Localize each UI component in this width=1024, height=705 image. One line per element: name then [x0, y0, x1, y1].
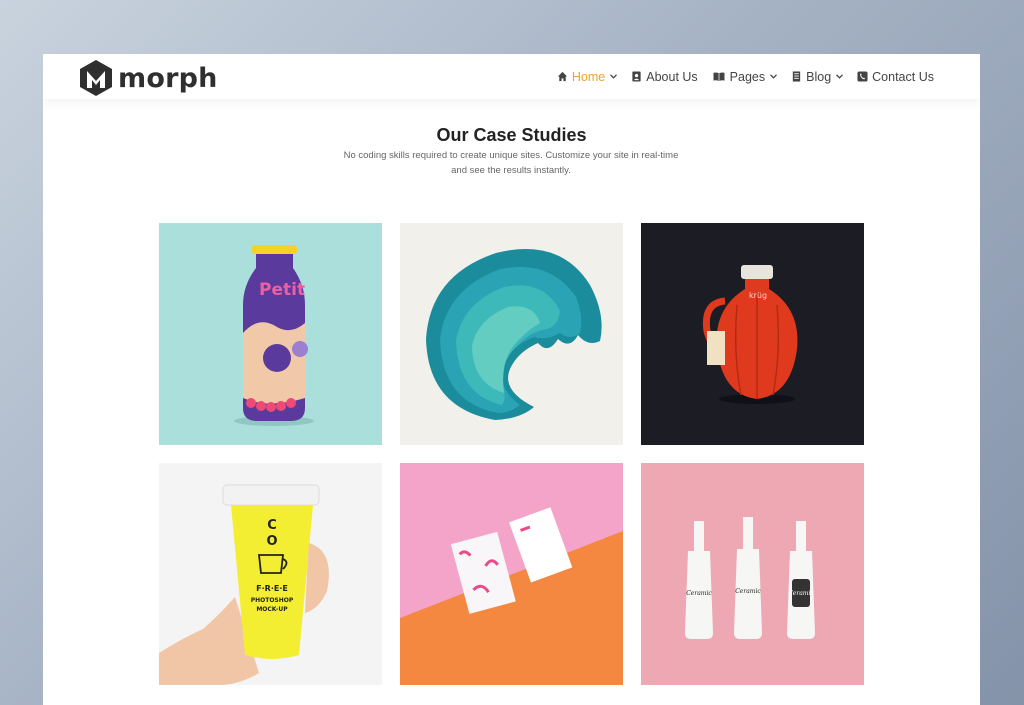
case-study-petit-bottle[interactable]: Petit [159, 223, 382, 445]
ceramic-label-2: Ceramic [735, 588, 761, 595]
subtitle-line-1: No coding skills required to create uniq… [343, 150, 679, 161]
nav-pages-label: Pages [729, 69, 766, 84]
phone-icon [857, 71, 868, 82]
document-icon [792, 71, 801, 82]
jug-illustration: krüg [641, 223, 864, 445]
chevron-down-icon [836, 74, 844, 79]
nav-about-us[interactable]: About Us [631, 69, 698, 84]
case-study-business-cards[interactable] [400, 463, 623, 685]
cup-letter-o: O [266, 534, 277, 549]
case-study-red-jug[interactable]: krüg [641, 223, 864, 445]
jug-label-text: krüg [749, 291, 767, 300]
book-icon [713, 72, 725, 82]
main-nav: Home About Us Pages Blog Contact Us [543, 54, 934, 99]
bottle-illustration: Petit [159, 223, 382, 445]
nav-home[interactable]: Home [557, 69, 618, 84]
nav-about-label: About Us [646, 69, 698, 84]
ceramic-label-1: Ceramic [686, 590, 712, 597]
ceramic-bottles-illustration: Ceramic Ceramic Ceramic [641, 463, 864, 685]
wave-illustration [400, 223, 623, 445]
subtitle-line-2: and see the results instantly. [451, 165, 571, 176]
nav-pages[interactable]: Pages [712, 69, 778, 84]
browser-page: morph Home About Us Pages Blog Contact U… [43, 54, 980, 705]
morph-logo-icon [80, 60, 112, 96]
nav-contact-label: Contact Us [872, 69, 934, 84]
cup-free-text: F·R·E·E [256, 584, 288, 593]
case-study-coffee-cup[interactable]: C O F·R·E·E PHOTOSHOP MOCK-UP [159, 463, 382, 685]
section-subtitle: No coding skills required to create uniq… [311, 148, 711, 178]
site-header: morph Home About Us Pages Blog Contact U… [43, 54, 980, 99]
cup-photoshop-text: PHOTOSHOP [251, 597, 294, 604]
logo[interactable]: morph [78, 58, 218, 98]
bottle-label-text: Petit [259, 280, 305, 300]
chevron-down-icon [610, 74, 618, 79]
cup-mockup-text: MOCK-UP [256, 606, 288, 613]
nav-blog-label: Blog [806, 69, 832, 84]
person-card-icon [632, 71, 641, 82]
nav-home-label: Home [571, 69, 606, 84]
home-icon [557, 71, 567, 82]
cards-illustration [400, 463, 623, 685]
case-study-wave[interactable] [400, 223, 623, 445]
nav-blog[interactable]: Blog [791, 69, 844, 84]
brand-name: morph [118, 62, 218, 94]
section-title: Our Case Studies [436, 124, 587, 145]
cup-illustration: C O F·R·E·E PHOTOSHOP MOCK-UP [159, 463, 382, 685]
cup-letter-c: C [267, 518, 277, 533]
ceramic-label-3: Ceramic [788, 590, 814, 597]
nav-contact-us[interactable]: Contact Us [857, 70, 934, 84]
case-study-ceramic-bottles[interactable]: Ceramic Ceramic Ceramic [641, 463, 864, 685]
chevron-down-icon [770, 74, 778, 79]
